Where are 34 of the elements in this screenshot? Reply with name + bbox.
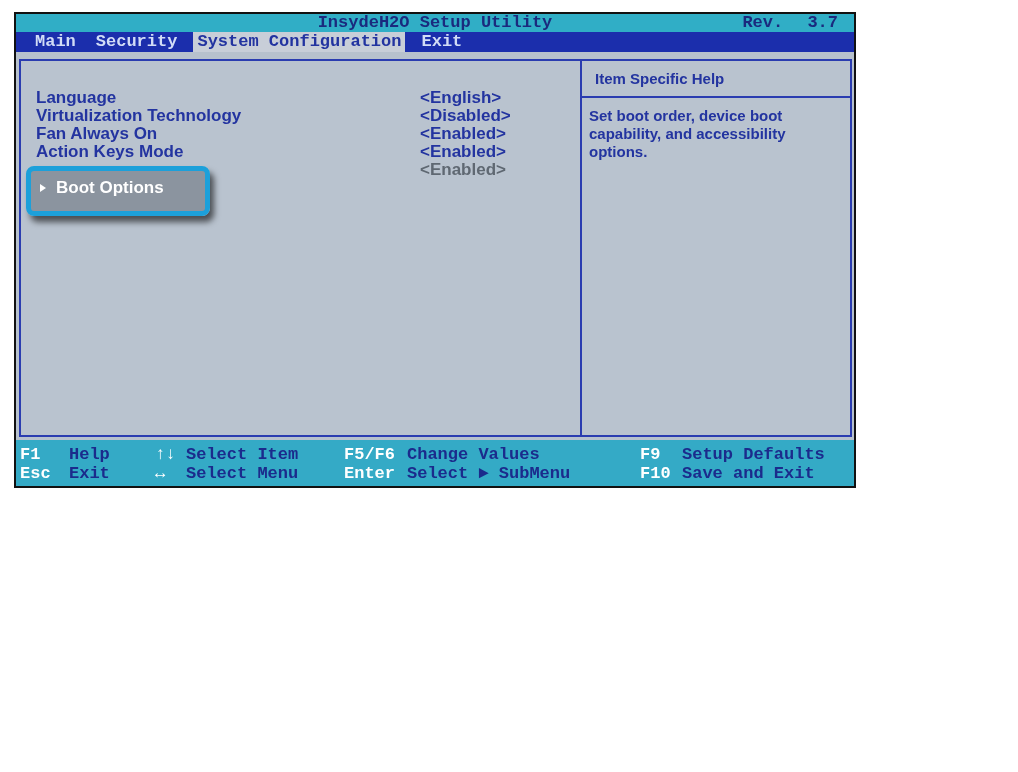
setting-label[interactable]: Virtualization Technology [36, 107, 242, 125]
key-action: Setup Defaults [682, 445, 826, 464]
key-action: Save and Exit [682, 464, 816, 483]
key-action: Help [69, 445, 111, 464]
revision-label: Rev. 3.7 [742, 14, 838, 32]
menu-tab[interactable]: Exit [417, 32, 467, 52]
setting-label[interactable]: Boot Options [56, 179, 164, 197]
setting-label[interactable]: Language [36, 89, 117, 107]
key-label: F10 [640, 464, 672, 483]
key-action: Change Values [407, 445, 541, 464]
window-title: InsydeH2O Setup Utility [317, 14, 553, 32]
key-action: Select Item [186, 445, 300, 464]
key-label: ↑↓ [155, 445, 177, 464]
key-label: F1 [20, 445, 42, 464]
menu-tab[interactable]: System Configuration [193, 32, 406, 52]
submenu-arrow-icon [40, 184, 46, 192]
menu-tab[interactable]: Main [31, 32, 80, 52]
setting-label[interactable]: Fan Always On [36, 125, 158, 143]
help-heading: Item Specific Help [595, 70, 725, 87]
setting-value[interactable]: <Enabled> [420, 143, 580, 161]
key-action: Exit [69, 464, 111, 483]
setting-label[interactable]: Action Keys Mode [36, 143, 184, 161]
key-label: ↔ [155, 464, 167, 483]
setting-value[interactable]: <Enabled> [420, 125, 580, 143]
key-action: Select Menu [186, 464, 300, 483]
key-label: Esc [20, 464, 52, 483]
key-action: Select ► SubMenu [407, 464, 572, 483]
setting-value[interactable]: <English> [420, 89, 580, 107]
key-label: F5/F6 [344, 445, 396, 464]
key-label: Enter [344, 464, 396, 483]
key-label: F9 [640, 445, 662, 464]
menu-tab[interactable]: Security [91, 32, 182, 52]
help-text: Set boot order, device boot capability, and accessibility options. [589, 107, 787, 161]
setting-value[interactable]: <Disabled> [420, 107, 580, 125]
